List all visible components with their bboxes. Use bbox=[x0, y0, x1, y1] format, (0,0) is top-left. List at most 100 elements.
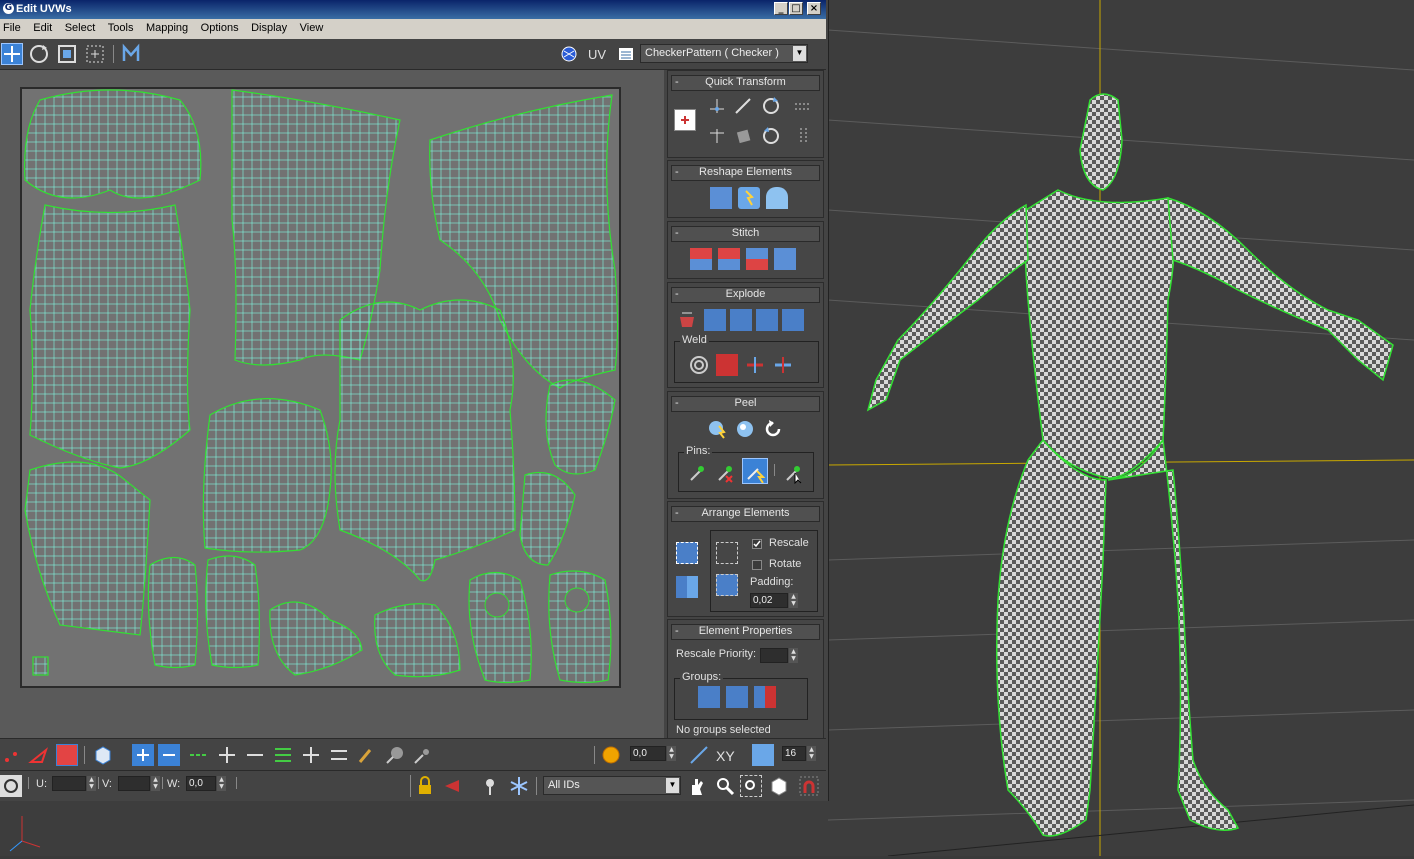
lock-selection-icon[interactable] bbox=[414, 775, 436, 797]
pin-selected-icon[interactable] bbox=[686, 462, 708, 484]
flatten-by-polygon-angle-icon[interactable] bbox=[704, 309, 726, 331]
loop-icon[interactable] bbox=[188, 744, 210, 766]
polygon-mode-icon[interactable] bbox=[56, 744, 78, 766]
pivot-icon[interactable] bbox=[674, 109, 696, 131]
paint-select-icon[interactable] bbox=[356, 744, 378, 766]
stitch-to-target-icon[interactable] bbox=[746, 248, 768, 270]
rescale-priority-input[interactable] bbox=[760, 648, 788, 663]
character-model[interactable] bbox=[866, 93, 1394, 837]
menu-edit[interactable]: Edit bbox=[30, 19, 58, 34]
peel-header[interactable]: - Peel bbox=[671, 396, 820, 412]
zoom-extents-icon[interactable] bbox=[768, 775, 790, 797]
v-input[interactable] bbox=[118, 776, 150, 791]
rollout-panel[interactable]: - Quick Transform - Reshape Elements - S… bbox=[664, 70, 826, 738]
v-spinner[interactable]: ▲ ▼ bbox=[151, 776, 160, 791]
close-button[interactable]: × bbox=[807, 2, 821, 15]
reset-peel-icon[interactable] bbox=[762, 418, 784, 440]
menu-view[interactable]: View bbox=[297, 19, 330, 34]
minimize-button[interactable]: _ bbox=[774, 2, 788, 15]
scale-tool-icon[interactable] bbox=[56, 43, 78, 65]
align-vertical-icon[interactable] bbox=[706, 125, 728, 147]
menu-select[interactable]: Select bbox=[62, 19, 102, 34]
flatten-by-smoothing-icon[interactable] bbox=[730, 309, 752, 331]
grid-snap-magnet-icon[interactable] bbox=[798, 775, 820, 797]
select-group-icon[interactable] bbox=[754, 686, 776, 708]
edge-distance-icon[interactable] bbox=[688, 744, 710, 766]
flatten-by-material-icon[interactable] bbox=[756, 309, 778, 331]
grow-loop-icon[interactable] bbox=[216, 744, 238, 766]
grow-ring-icon[interactable] bbox=[300, 744, 322, 766]
perspective-viewport[interactable] bbox=[828, 0, 1414, 856]
soft-selection-icon[interactable] bbox=[600, 744, 622, 766]
unpin-selected-icon[interactable] bbox=[714, 462, 736, 484]
hide-icon[interactable] bbox=[442, 775, 464, 797]
select-pinned-icon[interactable] bbox=[782, 462, 804, 485]
pack-together-icon[interactable] bbox=[716, 542, 738, 564]
freeze-icon[interactable] bbox=[508, 775, 530, 797]
enlarge-brush-icon[interactable] bbox=[384, 744, 406, 766]
maximize-button[interactable]: □ bbox=[789, 2, 803, 15]
relax-icon[interactable] bbox=[738, 187, 760, 209]
texture-dropdown[interactable]: CheckerPattern ( Checker ) ▼ bbox=[640, 44, 808, 63]
arrange-header[interactable]: - Arrange Elements bbox=[671, 506, 820, 522]
grid-size-spinner[interactable]: ▲ ▼ bbox=[807, 746, 816, 761]
space-horizontal-icon[interactable] bbox=[792, 95, 814, 117]
weld-threshold-icon[interactable] bbox=[772, 354, 794, 376]
rescale-priority-spinner[interactable]: ▲ ▼ bbox=[789, 648, 798, 663]
xy-label[interactable]: XY bbox=[716, 748, 735, 764]
rotate-checkbox[interactable] bbox=[752, 560, 762, 570]
rotate-cw-icon[interactable] bbox=[760, 95, 782, 117]
relax-by-polygon-icon[interactable] bbox=[766, 187, 788, 209]
uv-channel-icon[interactable] bbox=[558, 43, 580, 65]
ring-icon[interactable] bbox=[272, 744, 294, 766]
padding-spinner[interactable]: ▲ ▼ bbox=[789, 593, 798, 608]
zoom-icon[interactable] bbox=[714, 775, 736, 797]
title-bar[interactable]: G Edit UVWs _ □ × bbox=[0, 0, 826, 19]
space-vertical-icon[interactable] bbox=[792, 125, 814, 147]
rescale-checkbox[interactable] bbox=[752, 539, 762, 549]
freeform-tool-icon[interactable] bbox=[84, 43, 106, 65]
pack-normalize-icon[interactable] bbox=[676, 576, 698, 598]
group-selected-icon[interactable] bbox=[698, 686, 720, 708]
straighten-icon[interactable] bbox=[732, 125, 754, 147]
menu-options[interactable]: Options bbox=[198, 19, 245, 34]
menu-file[interactable]: File bbox=[0, 19, 27, 34]
w-input[interactable]: 0,0 bbox=[186, 776, 216, 791]
texture-list-icon[interactable] bbox=[616, 44, 638, 66]
vertex-mode-icon[interactable] bbox=[2, 744, 24, 766]
menu-mapping[interactable]: Mapping bbox=[143, 19, 194, 34]
stitch-header[interactable]: - Stitch bbox=[671, 226, 820, 242]
rotate-tool-icon[interactable] bbox=[28, 43, 50, 65]
padding-input[interactable]: 0,02 bbox=[750, 593, 788, 608]
ungroup-selected-icon[interactable] bbox=[726, 686, 748, 708]
zoom-region-icon[interactable] bbox=[740, 775, 762, 797]
quick-transform-header[interactable]: - Quick Transform bbox=[671, 75, 820, 91]
auto-pin-icon[interactable] bbox=[742, 458, 768, 484]
uv-islands[interactable] bbox=[0, 70, 664, 738]
menu-tools[interactable]: Tools bbox=[105, 19, 140, 34]
stitch-to-source-icon[interactable] bbox=[690, 248, 712, 270]
edge-mode-icon[interactable] bbox=[28, 744, 50, 766]
u-input[interactable] bbox=[52, 776, 86, 791]
filter-selected-icon[interactable] bbox=[480, 775, 502, 797]
pack-rescale-icon[interactable] bbox=[716, 574, 738, 596]
explode-header[interactable]: - Explode bbox=[671, 287, 820, 303]
uv-editor-canvas[interactable] bbox=[0, 70, 664, 738]
material-id-dropdown[interactable]: All IDs ▼ bbox=[543, 776, 681, 795]
element-mode-icon[interactable] bbox=[92, 744, 114, 766]
absolute-offset-icon[interactable] bbox=[0, 775, 22, 797]
shrink-brush-icon[interactable] bbox=[412, 744, 434, 766]
break-icon[interactable] bbox=[676, 309, 698, 331]
align-diagonal-icon[interactable] bbox=[732, 95, 754, 117]
element-properties-header[interactable]: - Element Properties bbox=[671, 624, 820, 640]
straighten-selection-icon[interactable] bbox=[710, 187, 732, 209]
mirror-tool-icon[interactable] bbox=[120, 43, 142, 65]
u-spinner[interactable]: ▲ ▼ bbox=[87, 776, 96, 791]
grid-size-input[interactable]: 16 bbox=[782, 746, 806, 761]
peel-mode-icon[interactable] bbox=[734, 418, 756, 440]
soft-selection-spinner[interactable]: ▲ ▼ bbox=[667, 746, 676, 761]
quick-peel-icon[interactable] bbox=[706, 418, 728, 440]
w-spinner[interactable]: ▲ ▼ bbox=[217, 776, 226, 791]
soft-selection-input[interactable]: 0,0 bbox=[630, 746, 666, 761]
pack-custom-icon[interactable] bbox=[676, 542, 698, 564]
